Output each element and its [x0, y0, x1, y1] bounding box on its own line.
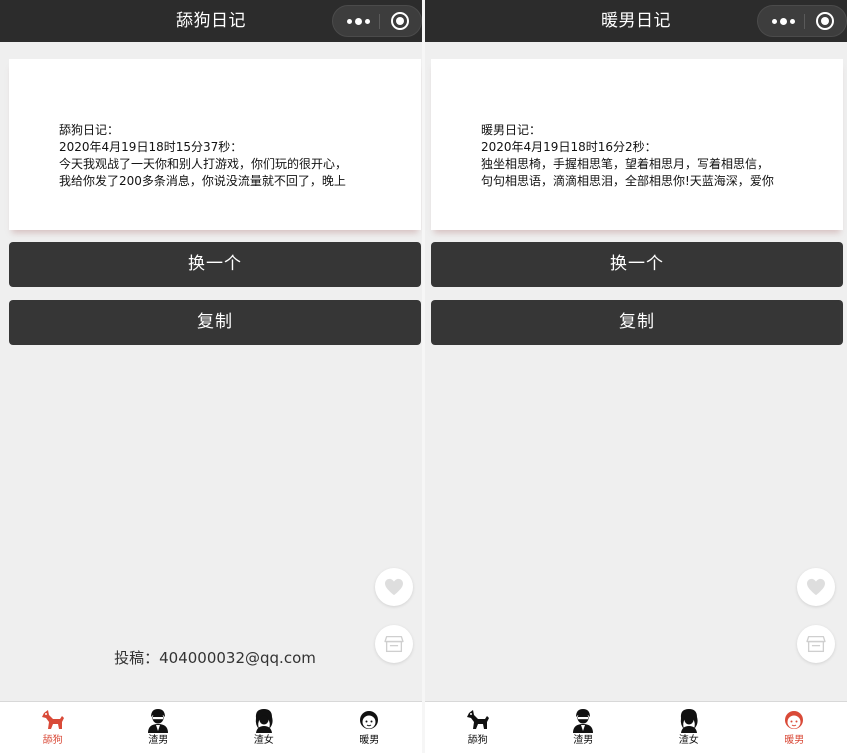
shop-button[interactable] [797, 625, 835, 663]
tab-scumbag-woman[interactable]: 渣女 [211, 702, 317, 753]
tab-scumbag-man[interactable]: 渣男 [106, 702, 212, 753]
tab-label: 渣男 [573, 735, 594, 746]
tab-licking-dog[interactable]: 舔狗 [425, 702, 531, 753]
tab-label: 舔狗 [467, 735, 488, 746]
heart-icon [807, 578, 825, 596]
nav-bar: 暖男日记 [425, 0, 847, 42]
diary-line: 句句相思语，滴滴相思泪，全部相思你!天蓝海深，爱你 [481, 174, 774, 188]
like-button[interactable] [375, 568, 413, 606]
tab-scumbag-woman[interactable]: 渣女 [636, 702, 742, 753]
heart-icon [385, 578, 403, 596]
capsule-divider [804, 14, 805, 29]
diary-line: 我给你发了200多条消息，你说没流量就不回了，晚上 [59, 174, 346, 188]
tab-warm-man[interactable]: 暖男 [742, 702, 847, 753]
tab-bar: 舔狗 渣男 渣女 暖男 [0, 701, 422, 753]
swap-button[interactable]: 换一个 [9, 242, 421, 287]
diary-line: 舔狗日记： [59, 123, 120, 137]
more-menu-icon[interactable] [339, 6, 377, 36]
tab-label: 舔狗 [42, 735, 63, 746]
warm-man-icon [360, 711, 379, 729]
diary-card: 暖男日记： 2020年4月19日18时16分2秒： 独坐相思椅，手握相思笔，望着… [431, 59, 843, 230]
tab-scumbag-man[interactable]: 渣男 [531, 702, 637, 753]
left-screen: 舔狗日记 舔狗日记： 2020年4月19日18时15分37秒： 今天我观战了一天… [0, 0, 422, 753]
dog-icon [466, 710, 489, 729]
copy-button[interactable]: 复制 [9, 300, 421, 345]
tab-label: 暖男 [784, 735, 805, 746]
diary-line: 今天我观战了一天你和别人打游戏，你们玩的很开心， [59, 157, 348, 171]
diary-text: 暖男日记： 2020年4月19日18时16分2秒： 独坐相思椅，手握相思笔，望着… [481, 122, 801, 188]
tab-label: 渣女 [678, 735, 699, 746]
copy-button[interactable]: 复制 [431, 300, 843, 345]
tab-label: 渣男 [148, 735, 169, 746]
like-button[interactable] [797, 568, 835, 606]
diary-line: 独坐相思椅，手握相思笔，望着相思月，写着相思信， [481, 157, 770, 171]
close-mini-program-icon[interactable] [816, 12, 834, 30]
diary-line: 2020年4月19日18时15分37秒： [59, 140, 243, 154]
tab-warm-man[interactable]: 暖男 [317, 702, 423, 753]
diary-card: 舔狗日记： 2020年4月19日18时15分37秒： 今天我观战了一天你和别人打… [9, 59, 421, 230]
scumbag-woman-icon [680, 709, 698, 733]
scumbag-man-icon [573, 709, 594, 733]
diary-line: 2020年4月19日18时16分2秒： [481, 140, 657, 154]
close-mini-program-icon[interactable] [391, 12, 409, 30]
tab-licking-dog[interactable]: 舔狗 [0, 702, 106, 753]
capsule-divider [379, 14, 380, 29]
more-menu-icon[interactable] [764, 6, 802, 36]
warm-man-icon [785, 711, 804, 729]
scumbag-man-icon [148, 709, 169, 733]
contribute-info: 投稿：404000032@qq.com [114, 649, 316, 667]
nav-bar: 舔狗日记 [0, 0, 422, 42]
diary-line: 暖男日记： [481, 123, 542, 137]
mini-program-capsule [332, 5, 422, 37]
swap-button[interactable]: 换一个 [431, 242, 843, 287]
diary-text: 舔狗日记： 2020年4月19日18时15分37秒： 今天我观战了一天你和别人打… [59, 122, 379, 188]
tab-bar: 舔狗 渣男 渣女 暖男 [425, 701, 847, 753]
mini-program-capsule [757, 5, 847, 37]
tab-label: 渣女 [253, 735, 274, 746]
tab-label: 暖男 [359, 735, 380, 746]
shop-icon [806, 635, 826, 653]
dog-icon [41, 710, 64, 729]
right-screen: 暖男日记 暖男日记： 2020年4月19日18时16分2秒： 独坐相思椅，手握相… [425, 0, 847, 753]
scumbag-woman-icon [255, 709, 273, 733]
